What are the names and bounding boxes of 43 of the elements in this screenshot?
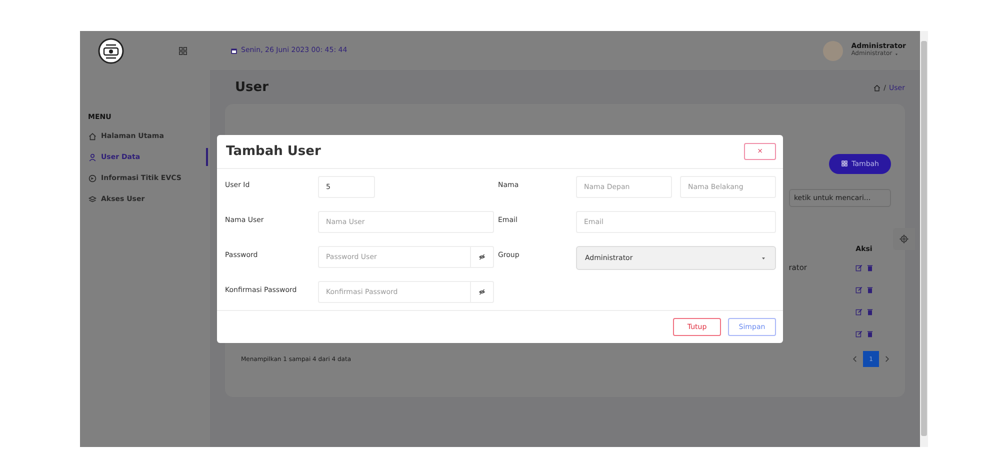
avatar (823, 40, 844, 60)
home-link[interactable] (872, 84, 881, 92)
settings-icon (899, 234, 909, 244)
show-password-button[interactable] (470, 281, 494, 303)
previous-page-button[interactable] (851, 355, 859, 364)
eye-slash-icon (478, 253, 486, 261)
next-page-button[interactable] (883, 355, 891, 364)
scrollbar[interactable] (920, 31, 928, 447)
caret-icon (894, 52, 900, 57)
trash-icon (866, 264, 874, 272)
house-icon (88, 132, 97, 140)
edit-icon (854, 308, 862, 316)
edit-icon (854, 286, 862, 294)
delete-button[interactable] (866, 330, 874, 338)
trash-icon (866, 330, 874, 338)
delete-button[interactable] (866, 264, 874, 272)
delete-button[interactable] (866, 286, 874, 294)
edit-button[interactable] (854, 330, 862, 338)
edit-button[interactable] (854, 308, 862, 316)
eye-slash-icon (478, 288, 486, 296)
active-indicator (206, 148, 208, 166)
house-icon (872, 84, 881, 92)
show-password-button[interactable] (470, 246, 494, 268)
page-title: User (235, 80, 269, 96)
modal-title: Tambah User (226, 144, 321, 160)
trash-icon (866, 308, 874, 316)
play-circle-icon (88, 174, 97, 182)
grid-icon (178, 46, 188, 56)
caret-icon (760, 254, 767, 262)
calendar-icon (230, 46, 238, 54)
delete-button[interactable] (866, 308, 874, 316)
logo-icon (98, 38, 124, 64)
layers-icon (88, 194, 97, 204)
chevron-left-icon (851, 355, 859, 364)
chevron-right-icon (883, 355, 891, 364)
menu-toggle-button[interactable] (178, 46, 188, 56)
edit-icon (854, 330, 862, 338)
grid-icon (840, 160, 848, 168)
trash-icon (866, 286, 874, 294)
edit-icon (854, 264, 862, 272)
edit-button[interactable] (854, 286, 862, 294)
person-icon (88, 152, 97, 162)
edit-button[interactable] (854, 264, 862, 272)
